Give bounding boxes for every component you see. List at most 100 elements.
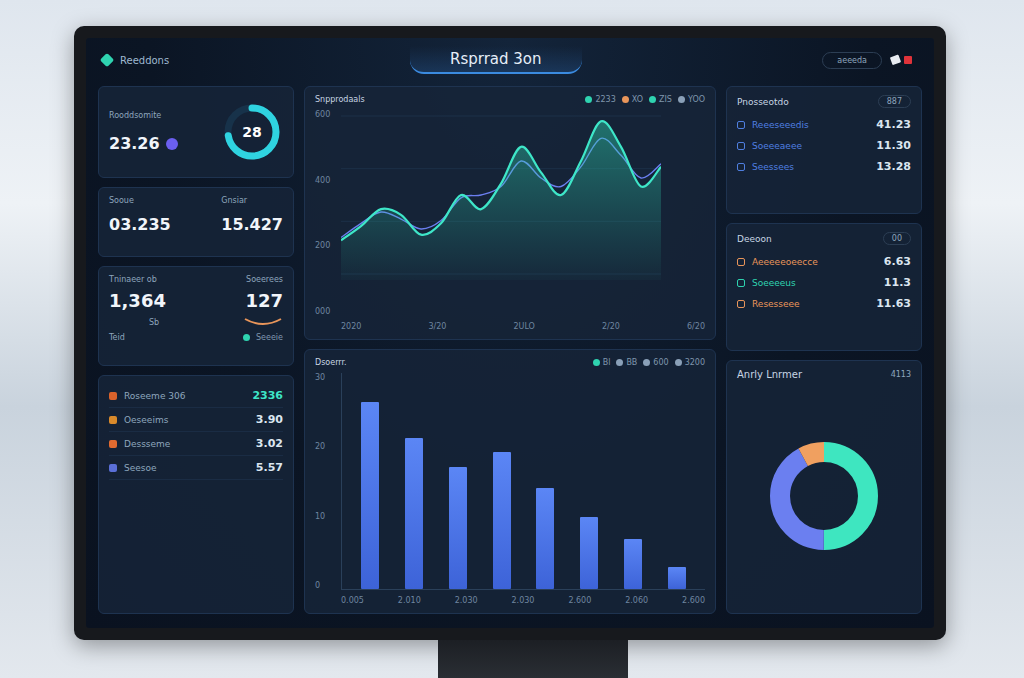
- gauge-value: 28: [221, 101, 283, 163]
- legend-label: YOO: [688, 95, 705, 104]
- stat-panel: Deeoon00 Aeeeeeoeecce6.63 Soeeeeus 11.3 Rese…: [726, 223, 922, 351]
- list-row[interactable]: Roseeme 3062336: [109, 384, 283, 408]
- trend-tag: Seeeie: [243, 333, 283, 342]
- line-area: [341, 121, 661, 280]
- trend-label: Tninaeer ob: [109, 275, 157, 284]
- x-tick: 2.030: [455, 596, 478, 605]
- kpi-label: Rooddsomite: [109, 111, 178, 120]
- panel-header: Pnosseotdo887: [737, 95, 911, 108]
- panel-row-label: Reeeseeedis: [752, 120, 809, 130]
- panel-row-value: 11.63: [876, 297, 911, 310]
- legend-label: BB: [626, 358, 637, 367]
- list-row[interactable]: Dessseme3.02: [109, 432, 283, 456]
- legend-label: XO: [632, 95, 643, 104]
- header: ReeddonsRsprrad 3onaeeeda: [86, 38, 934, 82]
- donut-segment: [780, 452, 868, 540]
- line-chart-body: 600400200000: [315, 110, 705, 316]
- bar: [361, 402, 379, 589]
- trend-card: Tninaeer obSoeerees1,364127SbTeidSeeeie: [98, 266, 294, 366]
- panel-row-label: Soeeeeus: [752, 278, 796, 288]
- panel-row[interactable]: Soeeeeus 11.3: [737, 272, 911, 293]
- legend-label: Bl: [603, 358, 611, 367]
- search-pill[interactable]: aeeeda: [822, 52, 882, 69]
- trend-arc: [245, 319, 281, 324]
- line-chart-title: Snpprodaals: [315, 95, 365, 104]
- bar: [449, 467, 467, 589]
- panel-row[interactable]: Seessees 13.28: [737, 156, 911, 177]
- stat-panel: Pnosseotdo887 Reeeseeedis41.23Soeeeaeee11…: [726, 86, 922, 214]
- y-tick: 200: [315, 241, 337, 250]
- line-series: [341, 121, 661, 240]
- panel-row-icon: [737, 163, 745, 171]
- logo-icon: [100, 53, 114, 67]
- trend-tag-text: Seeeie: [256, 333, 283, 342]
- legend-item: 3200: [675, 358, 705, 367]
- legend-dot: [616, 359, 623, 366]
- legend-item: 600: [643, 358, 668, 367]
- x-tick: 2.600: [682, 596, 705, 605]
- list-label: Seesoe: [124, 463, 157, 473]
- donut-segment: [780, 452, 868, 540]
- x-tick: 2.010: [398, 596, 421, 605]
- panel-row-label: Seessees: [752, 162, 794, 172]
- y-tick: 0: [315, 581, 337, 590]
- monitor: ReeddonsRsprrad 3onaeeeda Rooddsomite 23.2…: [74, 26, 946, 640]
- legend-dot: [585, 96, 592, 103]
- pair-item: Gnsiar15.427: [221, 196, 283, 248]
- panel-row-value: 11.3: [884, 276, 911, 289]
- trend-note: Sb: [149, 318, 159, 327]
- trend-note-row: Sb: [109, 317, 283, 327]
- panel-row[interactable]: Soeeeaeee11.30: [737, 135, 911, 156]
- panel-header: Deeoon00: [737, 232, 911, 245]
- panel-row-icon: [737, 300, 745, 308]
- legend-dot: [622, 96, 629, 103]
- donut-badge: 4113: [891, 370, 911, 379]
- panel-row-icon: [737, 279, 745, 287]
- panel-row[interactable]: Reeeseeedis41.23: [737, 114, 911, 135]
- list-label: Dessseme: [124, 439, 170, 449]
- right-column: Pnosseotdo887 Reeeseeedis41.23Soeeeaeee11…: [726, 86, 922, 614]
- list-row[interactable]: Oeseeims3.90: [109, 408, 283, 432]
- x-tick: 2/20: [602, 322, 620, 331]
- x-tick: 2.030: [512, 596, 535, 605]
- y-tick: 400: [315, 176, 337, 185]
- bar: [580, 517, 598, 589]
- pair-card: Sooue03.235Gnsiar15.427: [98, 187, 294, 257]
- list-value: 5.57: [256, 461, 283, 474]
- bar-x-axis: 0.0052.0102.0302.0302.6002.0602.600: [315, 596, 705, 605]
- header-tools: aeeeda: [822, 52, 920, 69]
- bar-chart-header: Dsoerrr.BlBB6003200: [315, 358, 705, 367]
- panel-row-value: 13.28: [876, 160, 911, 173]
- legend-item: Bl: [593, 358, 611, 367]
- legend-item: 2233: [585, 95, 615, 104]
- list-label: Oeseeims: [124, 415, 168, 425]
- list-icon: [109, 464, 117, 472]
- x-tick: 2.060: [625, 596, 648, 605]
- panel-row[interactable]: Aeeeeeoeecce6.63: [737, 251, 911, 272]
- bar: [624, 539, 642, 589]
- list-row[interactable]: Seesoe 5.57: [109, 456, 283, 480]
- donut-chart: [764, 436, 884, 556]
- line-chart-card: Snpprodaals2233XOZISYOO60040020000020203…: [304, 86, 716, 340]
- logo-text: Reeddons: [120, 55, 169, 66]
- bar-chart-card: Dsoerrr.BlBB600320030201000.0052.0102.03…: [304, 349, 716, 614]
- list-value: 2336: [252, 389, 283, 402]
- line-chart-header: Snpprodaals2233XOZISYOO: [315, 95, 705, 104]
- list-icon: [109, 440, 117, 448]
- panel-row[interactable]: Resesseee 11.63: [737, 293, 911, 314]
- kpi-value: 23.26: [109, 134, 160, 153]
- legend-label: 3200: [685, 358, 705, 367]
- gauge: 28: [221, 101, 283, 163]
- monitor-stand: [438, 640, 628, 678]
- grid-line: [341, 116, 661, 117]
- x-tick: 0.005: [341, 596, 364, 605]
- legend-dot: [593, 359, 600, 366]
- panel-row-label: Resesseee: [752, 299, 800, 309]
- line-legend: 2233XOZISYOO: [585, 95, 705, 104]
- bar: [668, 567, 686, 589]
- kpi-dot: [166, 138, 178, 150]
- panel-row-icon: [737, 121, 745, 129]
- kpi-value-row: 23.26: [109, 134, 178, 153]
- trend-values: 1,364127: [109, 290, 283, 311]
- bar: [536, 488, 554, 589]
